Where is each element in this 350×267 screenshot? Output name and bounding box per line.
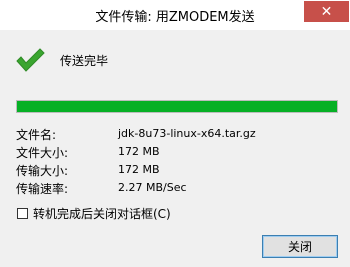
window-close-button[interactable]: ✕ xyxy=(304,1,349,22)
filesize-value: 172 MB xyxy=(118,145,160,158)
transferred-label: 传输大小: xyxy=(16,164,69,178)
status-text: 传送完毕 xyxy=(60,54,109,68)
transferred-value: 172 MB xyxy=(118,163,160,176)
filesize-label: 文件大小: xyxy=(16,146,69,160)
rate-value: 2.27 MB/Sec xyxy=(118,181,187,194)
dialog-body: 传送完毕 文件名: jdk-8u73-linux-x64.tar.gz 文件大小… xyxy=(2,30,348,265)
window-title: 文件传输: 用ZMODEM发送 xyxy=(95,10,255,25)
close-icon: ✕ xyxy=(320,3,333,20)
close-button[interactable]: 关闭 xyxy=(262,235,338,258)
filename-label: 文件名: xyxy=(16,128,57,142)
close-on-finish-checkbox[interactable] xyxy=(17,208,28,219)
check-icon xyxy=(16,48,45,72)
progress-bar xyxy=(16,100,338,113)
progress-fill xyxy=(17,101,337,112)
rate-label: 传输速率: xyxy=(16,182,69,196)
dialog-window: 文件传输: 用ZMODEM发送 ✕ 传送完毕 文件名: jdk-8u73-lin… xyxy=(0,0,350,267)
close-on-finish-option[interactable]: 转机完成后关闭对话框(C) xyxy=(17,205,171,222)
filename-value: jdk-8u73-linux-x64.tar.gz xyxy=(118,127,256,140)
close-on-finish-label[interactable]: 转机完成后关闭对话框(C) xyxy=(33,205,171,222)
titlebar: 文件传输: 用ZMODEM发送 ✕ xyxy=(0,0,350,30)
